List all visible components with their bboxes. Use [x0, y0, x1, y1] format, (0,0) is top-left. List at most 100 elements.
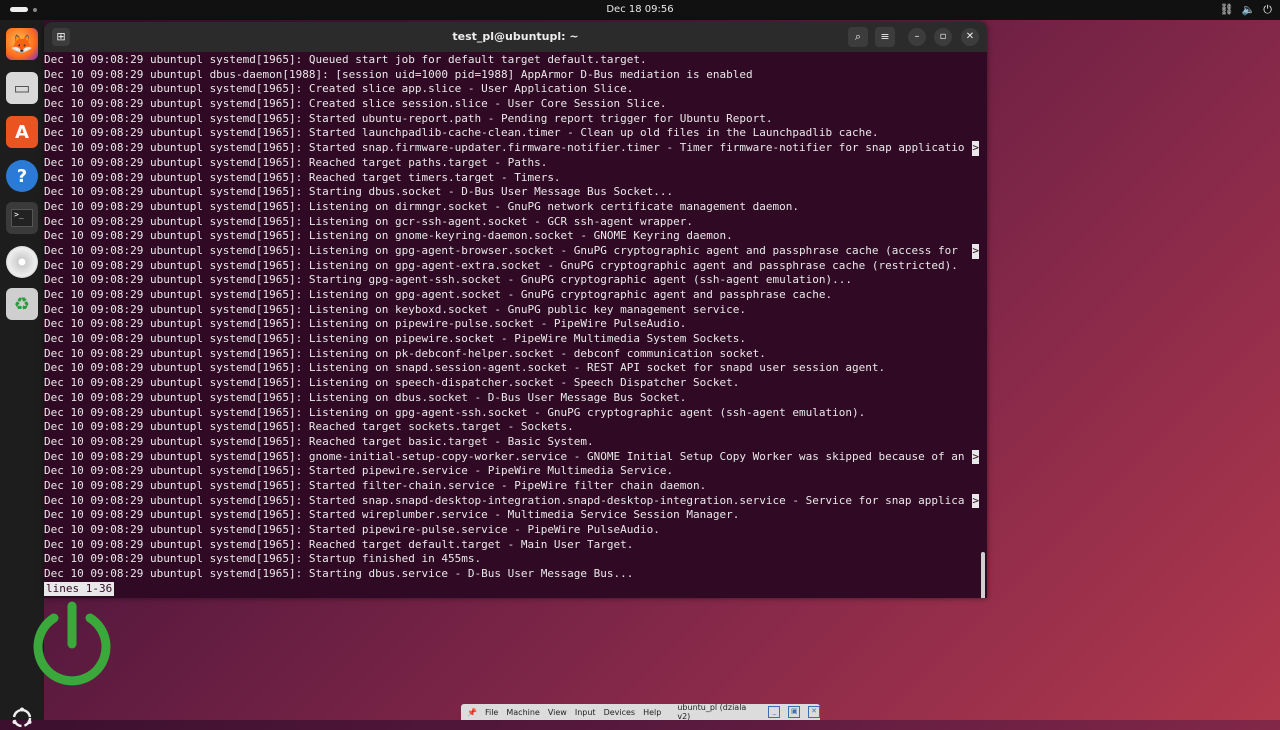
log-line: Dec 10 09:08:29 ubuntupl systemd[1965]: …: [44, 406, 979, 421]
truncation-marker: >: [972, 449, 979, 465]
menu-icon[interactable]: ≡: [875, 27, 895, 47]
firefox-icon[interactable]: 🦊: [6, 28, 38, 60]
pager-status-line: lines 1-36: [44, 581, 115, 597]
system-tray[interactable]: ⛓ 🔈 ⏻: [1220, 3, 1272, 17]
truncation-marker: >: [972, 141, 979, 156]
log-line: Dec 10 09:08:29 ubuntupl systemd[1965]: …: [44, 185, 979, 200]
log-line-text: Dec 10 09:08:29 ubuntupl systemd[1965]: …: [44, 493, 965, 507]
log-line: Dec 10 09:08:29 ubuntupl systemd[1965]: …: [44, 361, 979, 376]
log-line: Dec 10 09:08:29 ubuntupl systemd[1965]: …: [44, 215, 979, 230]
log-line: Dec 10 09:08:29 ubuntupl systemd[1965]: …: [44, 112, 979, 127]
disc-icon[interactable]: [6, 246, 38, 278]
log-line: Dec 10 09:08:29 ubuntupl systemd[1965]: …: [44, 523, 979, 538]
log-line-text: Dec 10 09:08:29 ubuntupl systemd[1965]: …: [44, 420, 574, 434]
pin-icon[interactable]: 📌: [467, 708, 477, 717]
log-line: Dec 10 09:08:29 ubuntupl systemd[1965]: …: [44, 97, 979, 112]
log-line-text: Dec 10 09:08:29 ubuntupl systemd[1965]: …: [44, 53, 647, 66]
log-line-text: Dec 10 09:08:29 ubuntupl systemd[1965]: …: [44, 346, 766, 360]
log-line: Dec 10 09:08:29 ubuntupl systemd[1965]: …: [44, 552, 979, 567]
log-line-text: Dec 10 09:08:29 ubuntupl dbus-daemon[198…: [44, 67, 753, 81]
close-icon[interactable]: ✕: [961, 28, 979, 46]
log-line: Dec 10 09:08:29 ubuntupl systemd[1965]: …: [44, 82, 979, 97]
log-line: Dec 10 09:08:29 ubuntupl systemd[1965]: …: [44, 449, 979, 465]
log-line-text: Dec 10 09:08:29 ubuntupl systemd[1965]: …: [44, 361, 886, 375]
menu-view[interactable]: View: [548, 708, 567, 717]
log-line-text: Dec 10 09:08:29 ubuntupl systemd[1965]: …: [44, 537, 634, 551]
menu-help[interactable]: Help: [643, 708, 661, 717]
log-line: Dec 10 09:08:29 ubuntupl systemd[1965]: …: [44, 126, 979, 141]
vm-menubar: 📌 File Machine View Input Devices Help u…: [461, 703, 821, 721]
menu-machine[interactable]: Machine: [506, 708, 540, 717]
power-icon: ⏻: [1263, 3, 1272, 16]
log-line: Dec 10 09:08:29 ubuntupl systemd[1965]: …: [44, 435, 979, 450]
app-center-icon[interactable]: A: [6, 116, 38, 148]
log-line-text: Dec 10 09:08:29 ubuntupl systemd[1965]: …: [44, 434, 594, 448]
log-line: Dec 10 09:08:29 ubuntupl systemd[1965]: …: [44, 508, 979, 523]
search-icon[interactable]: ⌕: [848, 27, 868, 47]
log-line-text: Dec 10 09:08:29 ubuntupl systemd[1965]: …: [44, 405, 866, 419]
terminal-window[interactable]: ⊞ test_pl@ubuntupl: ~ ⌕ ≡ – ▫ ✕ Dec 10 0…: [44, 22, 987, 598]
terminal-icon[interactable]: >_: [6, 202, 38, 234]
log-line-text: Dec 10 09:08:29 ubuntupl systemd[1965]: …: [44, 449, 965, 463]
log-line: Dec 10 09:08:29 ubuntupl systemd[1965]: …: [44, 347, 979, 362]
log-line-text: Dec 10 09:08:29 ubuntupl systemd[1965]: …: [44, 523, 660, 536]
scrollbar[interactable]: [981, 552, 985, 598]
trash-icon[interactable]: ♻: [6, 288, 38, 320]
log-line-text: Dec 10 09:08:29 ubuntupl systemd[1965]: …: [44, 199, 799, 213]
minimize-vm-icon[interactable]: _: [768, 706, 781, 718]
log-line: Dec 10 09:08:29 ubuntupl systemd[1965]: …: [44, 229, 979, 244]
log-line: Dec 10 09:08:29 ubuntupl systemd[1965]: …: [44, 464, 979, 479]
log-line: Dec 10 09:08:29 ubuntupl systemd[1965]: …: [44, 420, 979, 435]
log-line-text: Dec 10 09:08:29 ubuntupl systemd[1965]: …: [44, 567, 634, 581]
log-line: Dec 10 09:08:29 ubuntupl systemd[1965]: …: [44, 332, 979, 347]
log-line-text: Dec 10 09:08:29 ubuntupl systemd[1965]: …: [44, 214, 694, 228]
terminal-titlebar[interactable]: ⊞ test_pl@ubuntupl: ~ ⌕ ≡ – ▫ ✕: [44, 22, 987, 52]
log-line-text: Dec 10 09:08:29 ubuntupl systemd[1965]: …: [44, 243, 965, 257]
log-line: Dec 10 09:08:29 ubuntupl systemd[1965]: …: [44, 303, 979, 318]
log-line: Dec 10 09:08:29 ubuntupl systemd[1965]: …: [44, 493, 979, 509]
truncation-marker: >: [972, 243, 979, 259]
show-apps-icon[interactable]: [10, 706, 34, 730]
log-line-text: Dec 10 09:08:29 ubuntupl systemd[1965]: …: [44, 273, 852, 287]
log-line-text: Dec 10 09:08:29 ubuntupl systemd[1965]: …: [44, 97, 667, 111]
log-line-text: Dec 10 09:08:29 ubuntupl systemd[1965]: …: [44, 332, 746, 346]
log-line-text: Dec 10 09:08:29 ubuntupl systemd[1965]: …: [44, 141, 965, 155]
log-line-text: Dec 10 09:08:29 ubuntupl systemd[1965]: …: [44, 288, 833, 301]
log-line: Dec 10 09:08:29 ubuntupl systemd[1965]: …: [44, 171, 979, 186]
log-line: Dec 10 09:08:29 ubuntupl systemd[1965]: …: [44, 141, 979, 156]
log-line-text: Dec 10 09:08:29 ubuntupl systemd[1965]: …: [44, 126, 879, 140]
close-vm-icon[interactable]: ✕: [808, 706, 821, 718]
menu-input[interactable]: Input: [575, 708, 596, 717]
log-line-text: Dec 10 09:08:29 ubuntupl systemd[1965]: …: [44, 229, 733, 243]
fullscreen-vm-icon[interactable]: ▣: [788, 706, 801, 718]
log-line-text: Dec 10 09:08:29 ubuntupl systemd[1965]: …: [44, 155, 548, 169]
log-line-text: Dec 10 09:08:29 ubuntupl systemd[1965]: …: [44, 376, 740, 390]
network-icon: ⛓: [1219, 3, 1234, 16]
terminal-output[interactable]: Dec 10 09:08:29 ubuntupl systemd[1965]: …: [44, 53, 979, 598]
log-line-text: Dec 10 09:08:29 ubuntupl systemd[1965]: …: [44, 508, 740, 522]
menu-devices[interactable]: Devices: [604, 708, 636, 717]
vm-title: ubuntu_pl (dziala v2): [677, 703, 747, 721]
log-line: Dec 10 09:08:29 ubuntupl systemd[1965]: …: [44, 273, 979, 288]
help-icon[interactable]: ?: [6, 160, 38, 192]
log-line: Dec 10 09:08:29 ubuntupl systemd[1965]: …: [44, 243, 979, 259]
clock[interactable]: Dec 18 09:56: [0, 4, 1280, 15]
log-line: Dec 10 09:08:29 ubuntupl systemd[1965]: …: [44, 288, 979, 303]
volume-icon: 🔈: [1241, 3, 1256, 16]
files-icon[interactable]: ▭: [6, 72, 38, 104]
log-line: Dec 10 09:08:29 ubuntupl systemd[1965]: …: [44, 376, 979, 391]
log-line: Dec 10 09:08:29 ubuntupl systemd[1965]: …: [44, 53, 979, 68]
log-line: Dec 10 09:08:29 ubuntupl systemd[1965]: …: [44, 156, 979, 171]
log-line: Dec 10 09:08:29 ubuntupl systemd[1965]: …: [44, 567, 979, 582]
log-line: Dec 10 09:08:29 ubuntupl systemd[1965]: …: [44, 200, 979, 215]
log-line-text: Dec 10 09:08:29 ubuntupl systemd[1965]: …: [44, 258, 958, 272]
maximize-icon[interactable]: ▫: [934, 28, 952, 46]
menu-file[interactable]: File: [485, 708, 498, 717]
log-line-text: Dec 10 09:08:29 ubuntupl systemd[1965]: …: [44, 464, 674, 478]
log-line: Dec 10 09:08:29 ubuntupl systemd[1965]: …: [44, 317, 979, 332]
minimize-icon[interactable]: –: [908, 28, 926, 46]
log-line: Dec 10 09:08:29 ubuntupl systemd[1965]: …: [44, 538, 979, 553]
log-line-text: Dec 10 09:08:29 ubuntupl systemd[1965]: …: [44, 390, 687, 404]
log-lines: Dec 10 09:08:29 ubuntupl systemd[1965]: …: [44, 53, 979, 582]
log-line: Dec 10 09:08:29 ubuntupl systemd[1965]: …: [44, 479, 979, 494]
